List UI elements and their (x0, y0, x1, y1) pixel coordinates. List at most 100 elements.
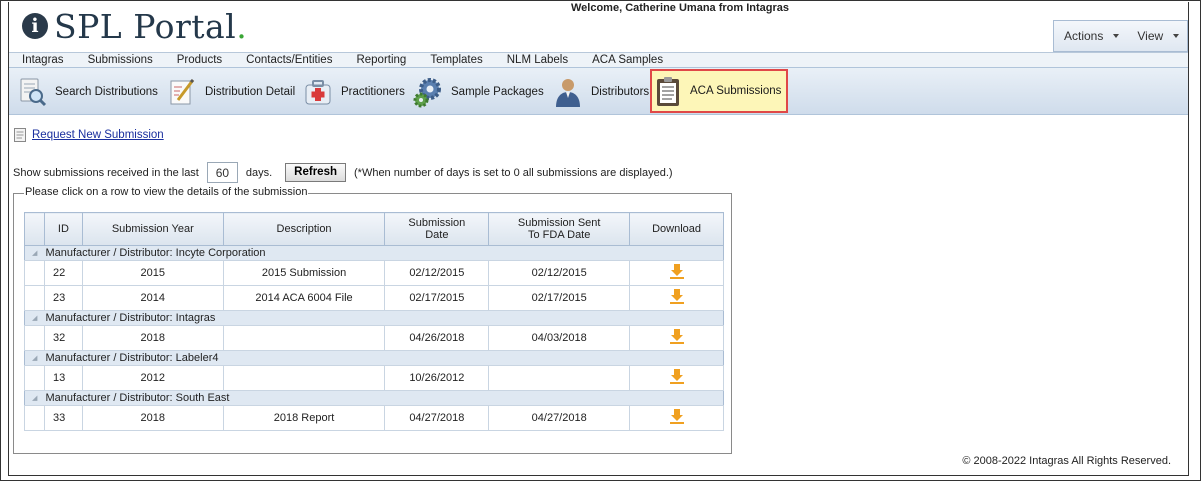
cell-description: 2015 Submission (222, 260, 386, 286)
nav-item-templates[interactable]: Templates (430, 54, 482, 66)
logo-text: SPL Portal (54, 6, 237, 46)
row-gutter (24, 260, 45, 286)
filter-prefix: Show submissions received in the last (13, 166, 199, 179)
info-logo-icon: i (22, 13, 48, 39)
copyright-footer: © 2008-2022 Intagras All Rights Reserved… (962, 455, 1171, 467)
refresh-button[interactable]: Refresh (285, 163, 346, 182)
table-row[interactable]: 32 2018 04/26/2018 04/03/2018 (24, 325, 724, 351)
request-new-submission-link[interactable]: Request New Submission (32, 129, 164, 141)
welcome-message: Welcome, Catherine Umana from Intagras (570, 2, 790, 14)
sample-packages-button[interactable]: Sample Packages (411, 72, 544, 112)
nav-item-nlm-labels[interactable]: NLM Labels (507, 54, 568, 66)
group-label: Manufacturer / Distributor: Intagras (44, 310, 724, 326)
header-submission-date-line1: Submission (408, 217, 466, 229)
nav-item-contacts-entities[interactable]: Contacts/Entities (246, 54, 332, 66)
collapse-triangle-icon[interactable]: ◢ (24, 350, 45, 366)
view-label: View (1137, 29, 1164, 43)
filter-suffix: days. (245, 166, 273, 179)
header-submission-year[interactable]: Submission Year (81, 212, 224, 246)
aca-submissions-button[interactable]: ACA Submissions (650, 69, 788, 113)
user-icon (551, 75, 585, 109)
view-menu-button[interactable]: View (1127, 29, 1187, 43)
cell-description (222, 325, 386, 351)
table-row[interactable]: 22 2015 2015 Submission 02/12/2015 02/12/201… (24, 260, 724, 286)
download-icon[interactable] (669, 369, 684, 387)
header-sent-to-fda-date[interactable]: Submission Sent To FDA Date (488, 212, 631, 246)
collapse-triangle-icon[interactable]: ◢ (24, 310, 45, 326)
cell-year: 2014 (81, 285, 224, 311)
cell-sent-date: 02/12/2015 (488, 260, 631, 286)
row-gutter (24, 285, 45, 311)
gears-icon (411, 75, 445, 109)
collapse-triangle-icon[interactable]: ◢ (24, 245, 45, 261)
table-header-row: ID Submission Year Description Submissio… (24, 212, 724, 246)
cell-sent-date: 04/27/2018 (488, 405, 631, 431)
cell-description (222, 365, 386, 391)
header-description[interactable]: Description (222, 212, 386, 246)
header-gutter (24, 212, 45, 246)
nav-item-aca-samples[interactable]: ACA Samples (592, 54, 663, 66)
header-download[interactable]: Download (629, 212, 724, 246)
distributors-button[interactable]: Distributors (551, 72, 649, 112)
aca-submissions-label: ACA Submissions (690, 85, 782, 97)
row-gutter (24, 365, 45, 391)
collapse-triangle-icon[interactable]: ◢ (24, 390, 45, 406)
edit-document-icon (165, 75, 199, 109)
table-row[interactable]: 23 2014 2014 ACA 6004 File 02/17/2015 02/17/… (24, 285, 724, 311)
distribution-detail-button[interactable]: Distribution Detail (165, 72, 295, 112)
download-icon[interactable] (669, 409, 684, 427)
header-id[interactable]: ID (43, 212, 83, 246)
days-input[interactable] (206, 162, 238, 183)
cell-description: 2018 Report (222, 405, 386, 431)
cell-submission-date: 02/12/2015 (384, 260, 490, 286)
search-distributions-label: Search Distributions (55, 86, 158, 98)
table-row[interactable]: 33 2018 2018 Report 04/27/2018 04/27/2018 (24, 405, 724, 431)
cell-id: 13 (43, 365, 83, 391)
search-distributions-button[interactable]: Search Distributions (15, 72, 158, 112)
actions-label: Actions (1064, 29, 1104, 43)
download-icon[interactable] (669, 264, 684, 282)
nav-item-reporting[interactable]: Reporting (356, 54, 406, 66)
medical-kit-icon (301, 75, 335, 109)
cell-id: 33 (43, 405, 83, 431)
nav-item-submissions[interactable]: Submissions (88, 54, 153, 66)
table-body: ◢ Manufacturer / Distributor: Incyte Corp… (24, 245, 724, 431)
spl-portal-logo[interactable]: i SPL Portal. (22, 6, 247, 46)
header-submission-date[interactable]: Submission Date (384, 212, 490, 246)
submissions-table: ID Submission Year Description Submissio… (24, 212, 724, 431)
cell-year: 2015 (81, 260, 224, 286)
cell-year: 2018 (81, 405, 224, 431)
cell-submission-date: 02/17/2015 (384, 285, 490, 311)
download-icon[interactable] (669, 289, 684, 307)
row-gutter (24, 405, 45, 431)
nav-item-products[interactable]: Products (177, 54, 222, 66)
table-row[interactable]: 13 2012 10/26/2012 (24, 365, 724, 391)
group-header-row[interactable]: ◢ Manufacturer / Distributor: South East (24, 390, 724, 406)
header-submission-date-line2: Date (425, 229, 449, 241)
cell-submission-date: 04/26/2018 (384, 325, 490, 351)
fieldset-legend: Please click on a row to view the detail… (24, 186, 309, 198)
cell-sent-date: 04/03/2018 (488, 325, 631, 351)
chevron-down-icon (1173, 34, 1180, 38)
cell-id: 32 (43, 325, 83, 351)
group-header-row[interactable]: ◢ Manufacturer / Distributor: Labeler4 (24, 350, 724, 366)
header-menu: Actions View (1053, 20, 1188, 52)
download-icon[interactable] (669, 329, 684, 347)
group-label: Manufacturer / Distributor: Incyte Corpo… (44, 245, 724, 261)
cell-download (629, 260, 724, 286)
header-sent-line2: To FDA Date (528, 229, 591, 241)
row-gutter (24, 325, 45, 351)
practitioners-button[interactable]: Practitioners (301, 72, 405, 112)
cell-submission-date: 10/26/2012 (384, 365, 490, 391)
request-new-submission: Request New Submission (14, 128, 164, 142)
cell-year: 2018 (81, 325, 224, 351)
nav-item-intagras[interactable]: Intagras (22, 54, 64, 66)
logo-dot: . (236, 6, 247, 46)
cell-download (629, 365, 724, 391)
group-header-row[interactable]: ◢ Manufacturer / Distributor: Intagras (24, 310, 724, 326)
group-header-row[interactable]: ◢ Manufacturer / Distributor: Incyte Corp… (24, 245, 724, 261)
actions-menu-button[interactable]: Actions (1054, 29, 1127, 43)
submissions-fieldset: Please click on a row to view the detail… (13, 186, 732, 454)
cell-download (629, 405, 724, 431)
cell-download (629, 325, 724, 351)
